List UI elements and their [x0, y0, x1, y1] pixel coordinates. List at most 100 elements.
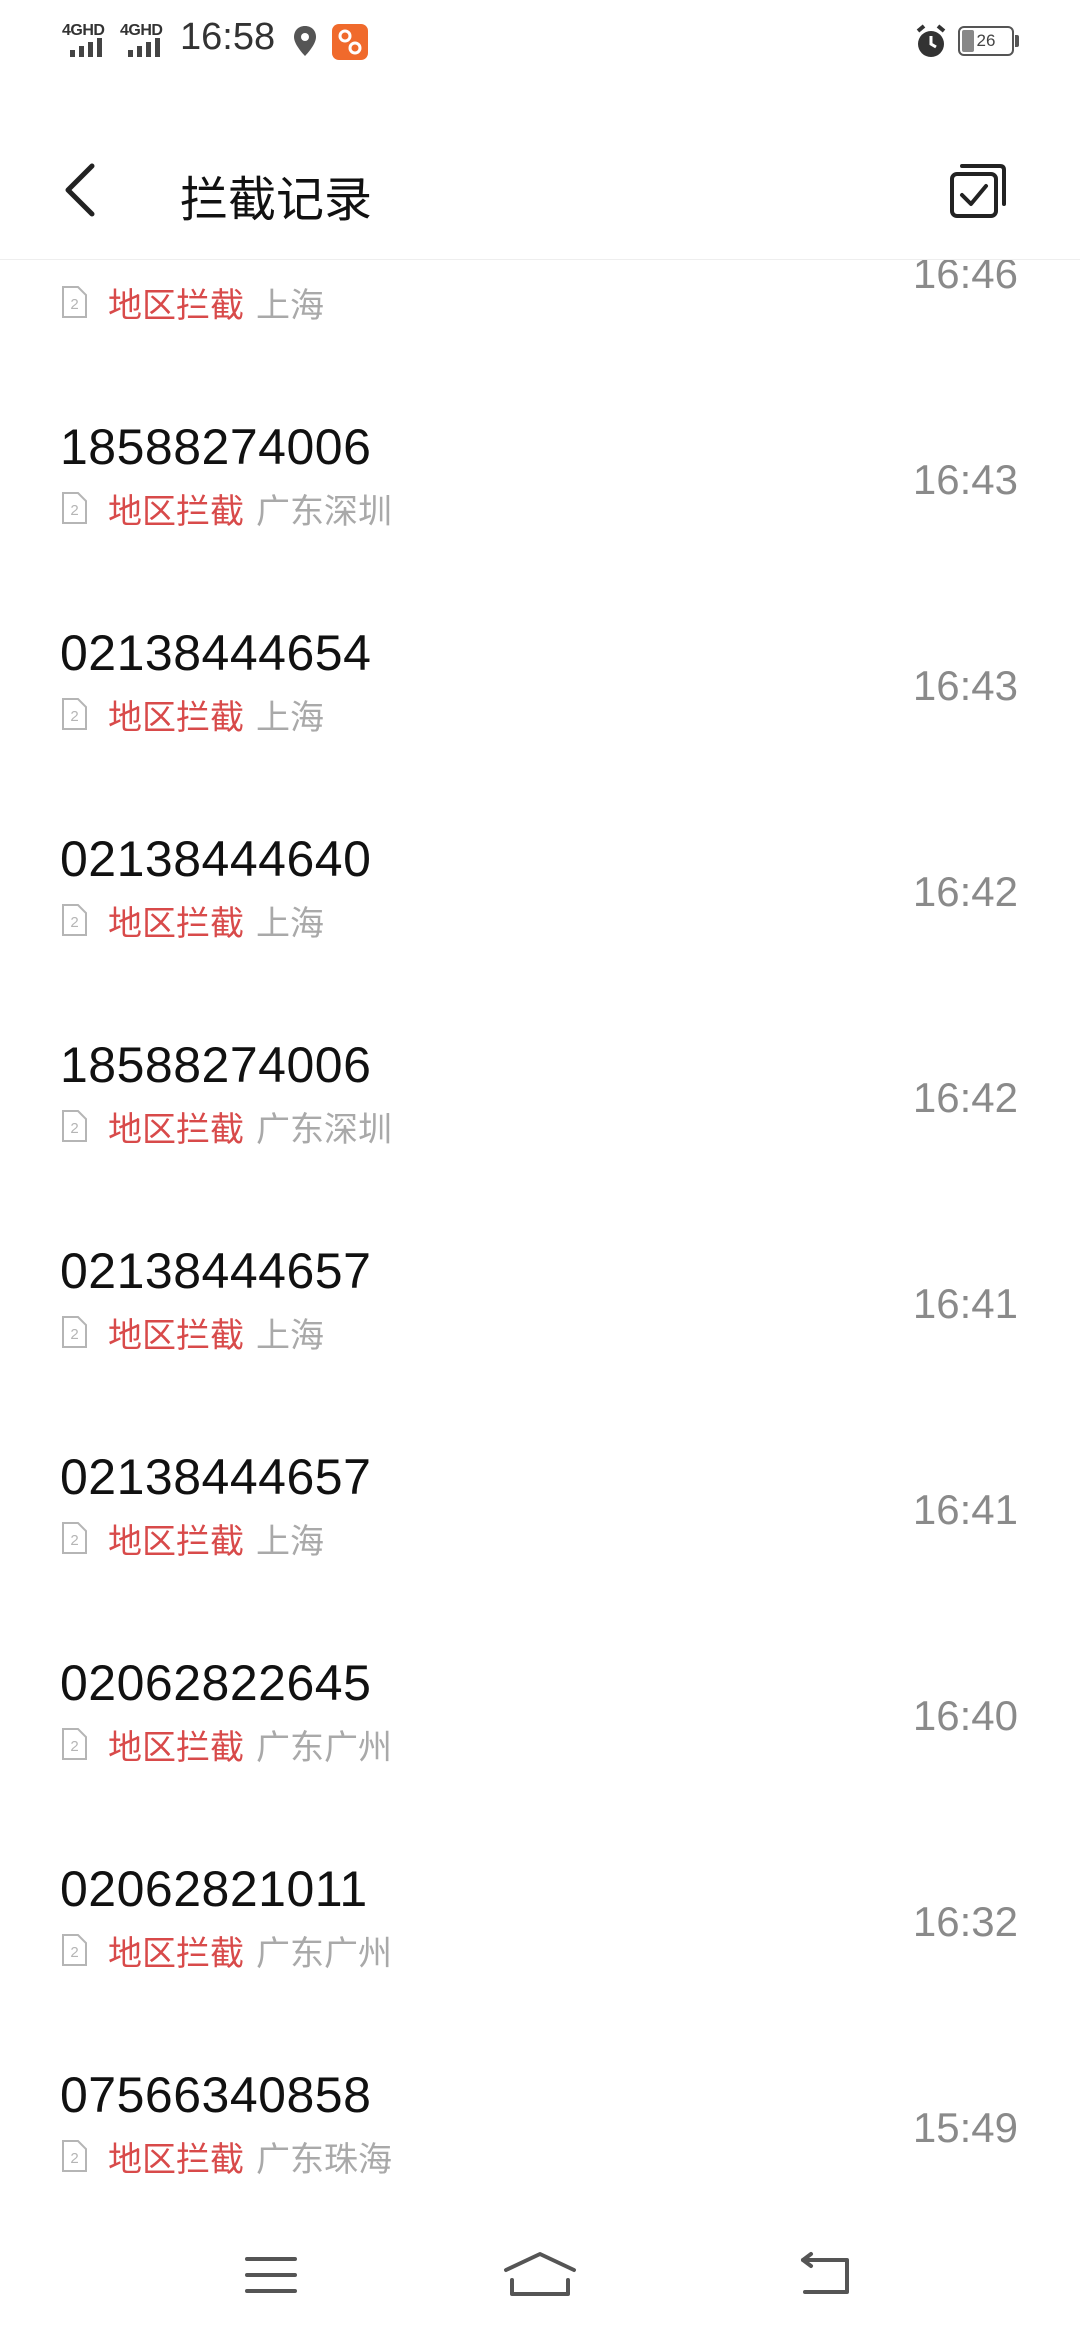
- phone-number: 02062822645: [60, 1655, 372, 1711]
- phone-number: 02138444657: [60, 1243, 372, 1299]
- home-icon: [504, 2252, 576, 2296]
- phone-number: 02138444640: [60, 831, 372, 887]
- back-icon: [801, 2252, 849, 2294]
- block-time: 16:42: [912, 868, 1018, 915]
- status-time: 16:58: [180, 16, 276, 58]
- sim-card-icon: 2: [62, 904, 87, 936]
- sim-card-label: 2: [70, 2150, 78, 2167]
- block-record-row[interactable]: 02062822645 2 地区拦截 广东广州 16:40: [0, 1642, 1080, 1848]
- battery-level: 26: [976, 31, 996, 50]
- sim-card-label: 2: [70, 1326, 78, 1343]
- sim-card-icon: 2: [62, 1110, 87, 1142]
- sim-card-icon: 2: [62, 492, 87, 524]
- back-nav-button[interactable]: [780, 2240, 870, 2310]
- phone-number: 02062821011: [60, 1861, 368, 1917]
- sim-card-icon: 2: [62, 1728, 87, 1760]
- block-reason-tag: 地区拦截: [108, 285, 244, 326]
- app-notification-icon: [332, 24, 368, 60]
- home-button[interactable]: [495, 2240, 585, 2310]
- caller-region: 广东广州: [256, 1727, 392, 1768]
- record-details: 2 地区拦截 上海: [60, 898, 324, 944]
- block-reason-tag: 地区拦截: [108, 1521, 244, 1562]
- sim-card-icon: 2: [62, 286, 87, 318]
- block-record-row[interactable]: 02138444654 2 地区拦截 上海 16:43: [0, 612, 1080, 818]
- caller-region: 上海: [256, 697, 324, 738]
- menu-button[interactable]: [226, 2240, 316, 2310]
- screen: 4GHD 4GHD 16:58 26 拦截记录 2 地区拦截 上海 16:46 …: [0, 0, 1080, 2340]
- record-details: 2 地区拦截 上海: [60, 1516, 324, 1562]
- caller-region: 广东深圳: [256, 491, 392, 532]
- phone-number: 18588274006: [60, 419, 372, 475]
- block-time: 16:41: [912, 1280, 1018, 1327]
- sim-card-label: 2: [70, 914, 78, 931]
- chevron-left-icon: [65, 163, 95, 217]
- caller-region: 上海: [256, 903, 324, 944]
- block-reason-tag: 地区拦截: [108, 1933, 244, 1974]
- block-record-row[interactable]: 02138444657 2 地区拦截 上海 16:41: [0, 1230, 1080, 1436]
- block-reason-tag: 地区拦截: [108, 697, 244, 738]
- header: 拦截记录: [0, 120, 1080, 260]
- signal-icon-sim1: 4GHD: [62, 22, 116, 62]
- battery-cap: [1015, 35, 1019, 47]
- record-details: 2 地区拦截 上海: [60, 1310, 324, 1356]
- block-reason-tag: 地区拦截: [108, 903, 244, 944]
- sim-card-label: 2: [70, 1120, 78, 1137]
- signal-bars-icon: [70, 38, 102, 57]
- multi-select-button[interactable]: [940, 152, 1016, 228]
- caller-region: 广东珠海: [256, 2139, 392, 2180]
- phone-number: 02138444654: [60, 625, 372, 681]
- battery-icon: 26: [958, 26, 1014, 56]
- block-record-row[interactable]: 07566340858 2 地区拦截 广东珠海 15:49: [0, 2054, 1080, 2210]
- block-time: 16:32: [912, 1898, 1018, 1945]
- sim-card-label: 2: [70, 502, 78, 519]
- page-title: 拦截记录: [180, 172, 373, 228]
- block-time: 16:42: [912, 1074, 1018, 1121]
- block-time: 16:43: [912, 662, 1018, 709]
- multi-select-icon: [950, 164, 1006, 218]
- record-details: 2 地区拦截 广东广州: [60, 1928, 392, 1974]
- sim-card-icon: 2: [62, 1934, 87, 1966]
- block-time: 16:40: [912, 1692, 1018, 1739]
- block-time: 16:41: [912, 1486, 1018, 1533]
- caller-region: 广东深圳: [256, 1109, 392, 1150]
- record-details: 2 地区拦截 上海: [60, 280, 324, 326]
- block-record-row[interactable]: 02138444658 2 地区拦截上海 16:46: [0, 260, 1080, 406]
- signal-bars-icon: [128, 38, 160, 57]
- block-reason-tag: 地区拦截: [108, 1109, 244, 1150]
- navigation-bar: [0, 2210, 1080, 2340]
- record-details: 2 地区拦截 广东深圳: [60, 486, 392, 532]
- sim-card-label: 2: [70, 1532, 78, 1549]
- phone-number: 07566340858: [60, 2067, 372, 2123]
- phone-number: 02138444657: [60, 1449, 372, 1505]
- status-bar: 4GHD 4GHD 16:58 26: [0, 0, 1080, 90]
- record-details: 2 地区拦截 广东珠海: [60, 2134, 392, 2180]
- sim-card-label: 2: [70, 708, 78, 725]
- caller-region: 上海: [256, 1521, 324, 1562]
- caller-region: 上海: [256, 1315, 324, 1356]
- sim-card-icon: 2: [62, 2140, 87, 2172]
- signal-icon-sim2: 4GHD: [120, 22, 174, 62]
- block-record-row[interactable]: 18588274006 2 地区拦截 广东深圳 16:43: [0, 406, 1080, 612]
- phone-number: 02138444658: [60, 260, 371, 270]
- block-record-row[interactable]: 02138444657 2 地区拦截 上海 16:41: [0, 1436, 1080, 1642]
- alarm-icon: [916, 24, 946, 57]
- record-details: 2 地区拦截 广东广州: [60, 1722, 392, 1768]
- block-record-row[interactable]: 02138444640 2 地区拦截 上海 16:42: [0, 818, 1080, 1024]
- block-reason-tag: 地区拦截: [108, 1727, 244, 1768]
- block-reason-tag: 地区拦截: [108, 2139, 244, 2180]
- phone-number: 18588274006: [60, 1037, 372, 1093]
- menu-icon: [245, 2257, 297, 2293]
- block-reason-tag: 地区拦截: [108, 491, 244, 532]
- block-record-row[interactable]: 18588274006 2 地区拦截 广东深圳 16:42: [0, 1024, 1080, 1230]
- sim-card-icon: 2: [62, 1316, 87, 1348]
- block-time: 16:43: [912, 456, 1018, 503]
- location-icon: [294, 26, 316, 56]
- block-record-list[interactable]: 021384446582地区拦截上海16:46185882740062地区拦截广…: [0, 260, 1080, 2210]
- block-record-row[interactable]: 02062821011 2 地区拦截 广东广州 16:32: [0, 1848, 1080, 2054]
- back-button[interactable]: [60, 150, 140, 230]
- block-reason-tag: 地区拦截: [108, 1315, 244, 1356]
- block-time: 15:49: [912, 2104, 1018, 2151]
- sim-card-icon: 2: [62, 698, 87, 730]
- record-details: 2 地区拦截 广东深圳: [60, 1104, 392, 1150]
- record-details: 2 地区拦截 上海: [60, 692, 324, 738]
